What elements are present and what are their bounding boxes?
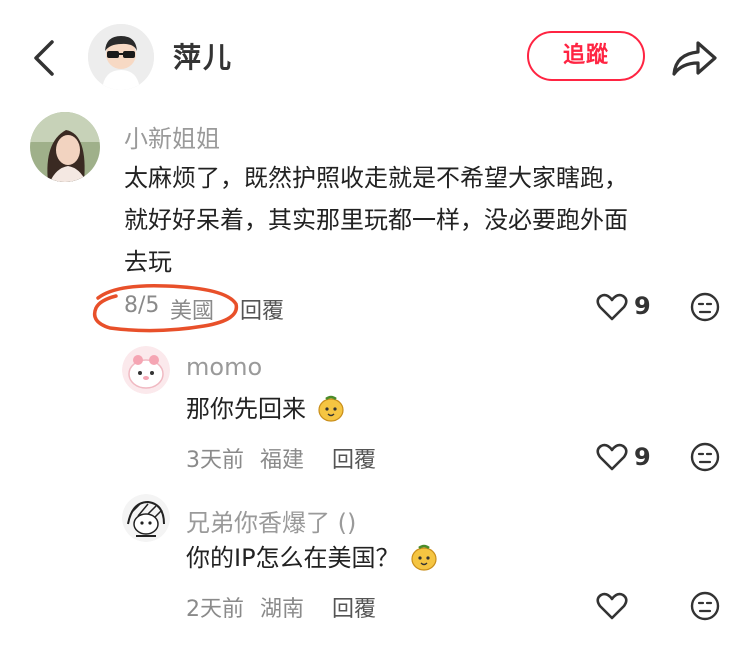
- melon-face-emoji-icon: [411, 544, 437, 571]
- reply-text: 那你先回来: [186, 386, 346, 432]
- like-heart-icon[interactable]: [596, 591, 628, 621]
- reply-avatar[interactable]: [122, 346, 170, 394]
- reply-text: 你的IP怎么在美国？: [186, 535, 439, 581]
- reply-text-content: 那你先回来: [186, 395, 306, 423]
- commenter-avatar-image: [30, 112, 100, 182]
- dislike-face-icon[interactable]: [690, 442, 720, 472]
- follow-button[interactable]: 追蹤: [527, 31, 645, 81]
- reply-date: 2天前: [186, 597, 244, 622]
- comment-text-line-1: 太麻烦了，既然护照收走就是不希望大家瞎跑，: [124, 164, 628, 192]
- author-avatar[interactable]: [88, 24, 154, 90]
- comment-text-line-2: 就好好呆着，其实那里玩都一样，没必要跑外面: [124, 206, 628, 234]
- dislike-face-icon[interactable]: [690, 292, 720, 322]
- like-heart-icon[interactable]: [596, 292, 628, 322]
- like-heart-icon[interactable]: [596, 442, 628, 472]
- reply-location: 福建: [260, 448, 305, 473]
- commenter-avatar[interactable]: [30, 112, 100, 182]
- reply-author-name[interactable]: momo: [186, 353, 262, 381]
- like-count: 9: [634, 443, 651, 471]
- reply-avatar[interactable]: [122, 494, 170, 542]
- reply-button[interactable]: 回覆: [332, 591, 376, 623]
- back-arrow-icon[interactable]: [28, 38, 62, 78]
- author-avatar-image: [88, 24, 154, 90]
- red-circle-annotation: [92, 284, 239, 333]
- reply-avatar-image: [122, 346, 170, 394]
- reply-author-name[interactable]: 兄弟你香爆了 (): [186, 503, 356, 538]
- reply-avatar-image: [122, 494, 170, 542]
- reply-button[interactable]: 回覆: [240, 293, 284, 325]
- author-name[interactable]: 萍儿: [173, 36, 233, 76]
- melon-face-emoji-icon: [318, 395, 344, 422]
- reply-date: 3天前: [186, 448, 244, 473]
- dislike-face-icon[interactable]: [690, 591, 720, 621]
- reply-text-content: 你的IP怎么在美国？: [186, 544, 400, 572]
- like-count: 9: [634, 292, 651, 320]
- reply-button[interactable]: 回覆: [332, 442, 376, 474]
- share-icon[interactable]: [668, 36, 720, 80]
- commenter-name[interactable]: 小新姐姐: [124, 119, 220, 154]
- reply-location: 湖南: [260, 597, 305, 622]
